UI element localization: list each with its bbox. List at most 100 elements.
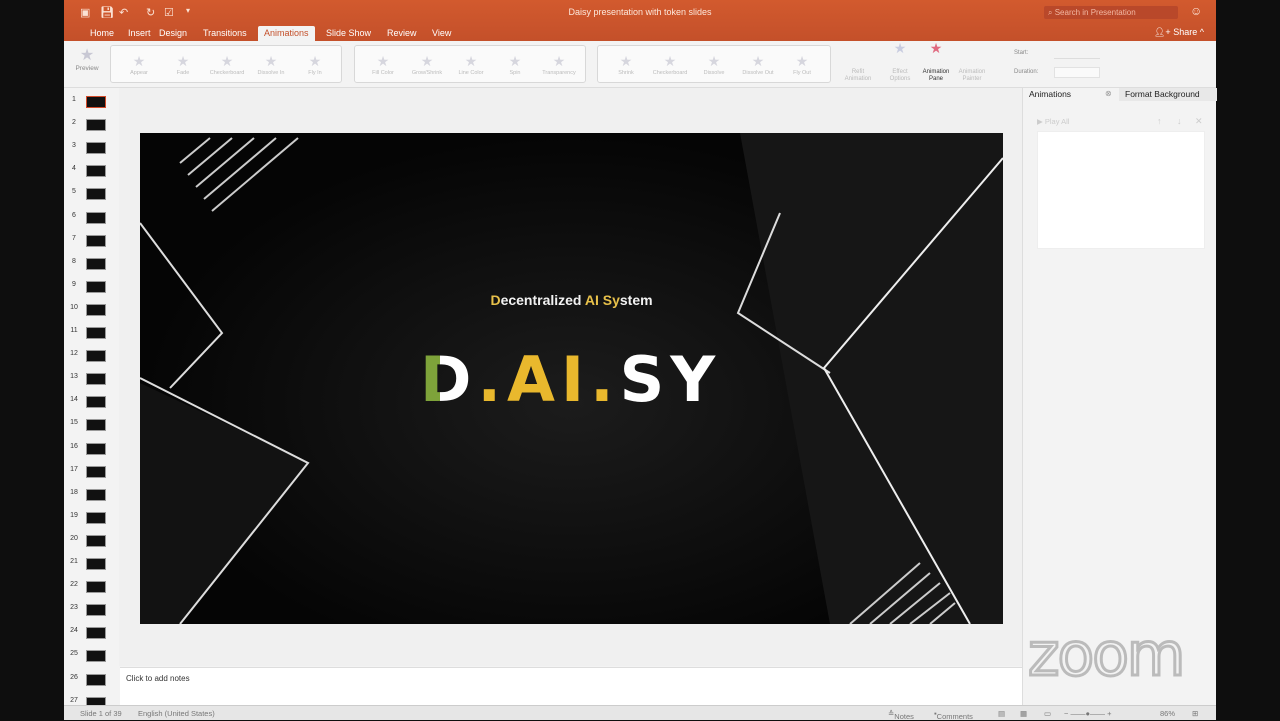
slide-thumbnail[interactable]: 1: [64, 94, 119, 114]
slide-counter: Slide 1 of 39: [80, 709, 122, 718]
effect-exit-item[interactable]: Shrink: [604, 70, 648, 76]
search-input[interactable]: ⌕ Search in Presentation: [1044, 6, 1178, 19]
effect-emphasis-item[interactable]: Grow/Shrink: [405, 70, 449, 76]
effect-emphasis-item[interactable]: Transparency: [537, 70, 581, 76]
slide-thumbnail[interactable]: 7: [64, 233, 119, 253]
slide-1[interactable]: Decentralized AI System D.AI.SY: [140, 133, 1003, 624]
effect-options-button[interactable]: Effect Options: [884, 69, 916, 83]
play-all-button[interactable]: ▶ Play All: [1037, 117, 1069, 126]
slide-number: 12: [70, 350, 78, 358]
slide-number: 9: [72, 280, 76, 288]
effect-exit-item[interactable]: Fly Out: [780, 70, 824, 76]
tab-review[interactable]: Review: [381, 26, 423, 41]
thumbnail-image: [86, 558, 106, 570]
effect-entrance-item[interactable]: Appear: [117, 70, 161, 76]
effect-exit-item[interactable]: Dissolve Out: [736, 70, 780, 76]
slide-thumbnail[interactable]: 23: [64, 602, 119, 622]
slide-sorter-icon[interactable]: ▦: [1020, 709, 1027, 718]
slide-thumbnail[interactable]: 18: [64, 487, 119, 507]
slide-thumbnails-pane[interactable]: 1 2 3 4 5 6 7 8 9 10 11 12 13 14 15 16 17 18 19 20 21 22 23 24 2…: [64, 88, 119, 705]
feedback-smiley-icon[interactable]: ☺: [1190, 4, 1202, 18]
tab-animations-pane[interactable]: Animations: [1029, 89, 1071, 99]
effect-exit-item[interactable]: Dissolve: [692, 70, 736, 76]
move-up-icon[interactable]: ↑: [1157, 116, 1162, 126]
slide-number: 7: [72, 234, 76, 242]
slide-thumbnail[interactable]: 8: [64, 256, 119, 276]
slide-tagline[interactable]: Decentralized AI System: [140, 292, 1003, 308]
effect-entrance-item[interactable]: Dissolve In: [249, 70, 293, 76]
search-icon: ⌕: [1048, 8, 1055, 17]
slide-thumbnail[interactable]: 15: [64, 417, 119, 437]
move-down-icon[interactable]: ↓: [1177, 116, 1182, 126]
effect-exit-item[interactable]: Checkerboard: [648, 70, 692, 76]
slide-thumbnail[interactable]: 17: [64, 464, 119, 484]
tab-view[interactable]: View: [426, 26, 457, 41]
share-button[interactable]: 👤︎+ Share ^: [1154, 27, 1204, 38]
thumbnail-image: [86, 350, 106, 363]
effect-entrance-item[interactable]: Checkerboard: [205, 70, 249, 76]
daisy-logo[interactable]: D.AI.SY: [420, 343, 721, 416]
effect-emphasis-item[interactable]: Fill Color: [361, 70, 405, 76]
reorder-button[interactable]: Refit Animation: [842, 69, 874, 83]
thumbnail-image: [86, 165, 106, 178]
slide-thumbnail[interactable]: 27: [64, 695, 119, 705]
thumbnail-image: [86, 581, 106, 594]
tab-animations[interactable]: Animations: [258, 26, 315, 41]
tab-home[interactable]: Home: [84, 26, 120, 41]
thumbnail-image: [86, 257, 106, 270]
slide-thumbnail[interactable]: 16: [64, 441, 119, 461]
notes-area[interactable]: Click to add notes: [120, 667, 1022, 705]
effect-star-icon: ★: [420, 53, 434, 69]
normal-view-icon[interactable]: ▤: [998, 709, 1005, 718]
slide-thumbnail[interactable]: 21: [64, 556, 119, 576]
effect-star-icon: ★: [552, 53, 566, 69]
tab-transitions[interactable]: Transitions: [197, 26, 253, 41]
animation-painter-button[interactable]: Animation Painter: [956, 69, 988, 83]
animation-list[interactable]: [1037, 131, 1205, 249]
duration-input[interactable]: [1054, 67, 1100, 78]
preview-button[interactable]: ★ Preview: [70, 45, 104, 72]
delete-icon[interactable]: ✕: [1195, 116, 1203, 127]
slide-thumbnail[interactable]: 22: [64, 579, 119, 599]
slide-thumbnail[interactable]: 24: [64, 625, 119, 645]
effect-emphasis-item[interactable]: Line Color: [449, 70, 493, 76]
start-select[interactable]: [1054, 49, 1100, 59]
effect-entrance-item[interactable]: Fade: [161, 70, 205, 76]
fit-slide-icon[interactable]: ⊞: [1192, 709, 1198, 718]
notes-button[interactable]: ≙ Notes: [888, 709, 914, 721]
tab-format-background[interactable]: Format Background: [1119, 88, 1217, 101]
effect-emphasis-item[interactable]: Spin: [493, 70, 537, 76]
slide-thumbnail[interactable]: 6: [64, 210, 119, 230]
animation-pane-button[interactable]: Animation Pane: [920, 69, 952, 83]
slide-thumbnail[interactable]: 4: [64, 163, 119, 183]
thumbnail-image: [86, 534, 106, 547]
slide-thumbnail[interactable]: 19: [64, 510, 119, 530]
slide-thumbnail[interactable]: 9: [64, 279, 119, 299]
slide-thumbnail[interactable]: 10: [64, 302, 119, 322]
animation-pane: Animations ⊗ Format Background ▶ Play Al…: [1022, 88, 1217, 705]
slide-thumbnail[interactable]: 20: [64, 533, 119, 553]
close-pane-icon[interactable]: ⊗: [1105, 89, 1112, 98]
reading-view-icon[interactable]: ▭: [1044, 709, 1051, 718]
tab-design[interactable]: Design: [153, 26, 193, 41]
tab-insert[interactable]: Insert: [122, 26, 157, 41]
thumbnail-image: [86, 327, 106, 339]
comments-button[interactable]: ▪ Comments: [934, 709, 973, 721]
effect-entrance-item[interactable]: Fly In: [293, 70, 337, 76]
slide-thumbnail[interactable]: 12: [64, 348, 119, 368]
slide-thumbnail[interactable]: 3: [64, 140, 119, 160]
slide-thumbnail[interactable]: 13: [64, 371, 119, 391]
slide-thumbnail[interactable]: 26: [64, 672, 119, 692]
slide-number: 11: [70, 327, 78, 334]
slide-number: 19: [70, 511, 78, 519]
slide-thumbnail[interactable]: 5: [64, 186, 119, 206]
effect-star-icon: ★: [176, 53, 190, 69]
slide-thumbnail[interactable]: 2: [64, 117, 119, 137]
slide-thumbnail[interactable]: 11: [64, 325, 119, 345]
tab-slide-show[interactable]: Slide Show: [320, 26, 377, 41]
zoom-slider[interactable]: − ——●—— +: [1064, 709, 1111, 718]
slide-thumbnail[interactable]: 14: [64, 394, 119, 414]
thumbnail-image: [86, 419, 106, 432]
slide-thumbnail[interactable]: 25: [64, 648, 119, 668]
language-status[interactable]: English (United States): [138, 709, 215, 718]
